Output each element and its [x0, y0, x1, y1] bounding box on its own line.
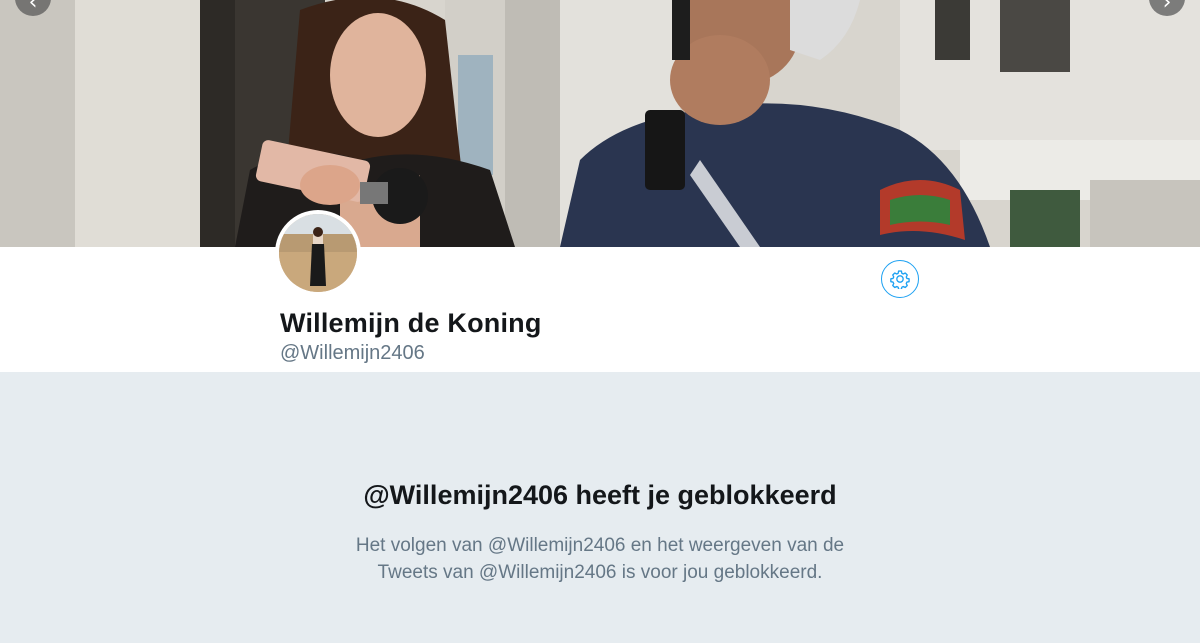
settings-button[interactable]	[881, 260, 919, 298]
banner-photo	[0, 0, 1200, 247]
profile-header	[0, 247, 1200, 372]
blocked-notice: @Willemijn2406 heeft je geblokkeerd Het …	[0, 372, 1200, 643]
blocked-description: Het volgen van @Willemijn2406 en het wee…	[300, 532, 900, 586]
profile-handle: @Willemijn2406	[280, 342, 425, 364]
gear-icon	[890, 270, 910, 289]
chevron-left-icon: ‹	[28, 0, 38, 15]
blocked-title: @Willemijn2406 heeft je geblokkeerd	[363, 480, 837, 510]
blocked-description-line-1: Het volgen van @Willemijn2406 en het wee…	[355, 535, 845, 556]
profile-name: Willemijn de Koning	[280, 308, 542, 338]
avatar-photo	[279, 214, 357, 292]
avatar[interactable]	[275, 210, 361, 296]
chevron-right-icon: ›	[1162, 0, 1172, 15]
header-banner-image: ‹ ›	[0, 0, 1200, 247]
blocked-description-line-2: Tweets van @Willemijn2406 is voor jou ge…	[377, 562, 823, 583]
